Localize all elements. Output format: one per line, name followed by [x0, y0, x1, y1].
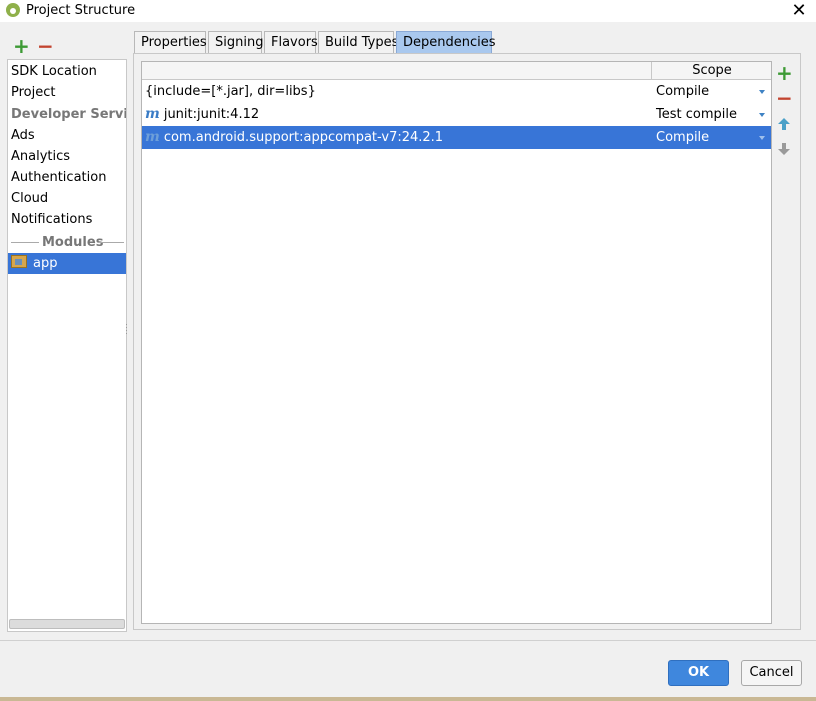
dependency-name: {include=[*.jar], dir=libs} [145, 84, 316, 99]
maven-icon: m [145, 129, 160, 145]
add-dependency-icon[interactable]: + [776, 63, 793, 83]
table-header: Scope [142, 62, 771, 80]
sidebar-scrollbar[interactable] [9, 619, 125, 629]
sidebar-item-authentication[interactable]: Authentication [8, 167, 126, 188]
android-studio-icon [6, 3, 20, 17]
splitter-handle[interactable] [125, 322, 130, 336]
tab-signing[interactable]: Signing [208, 31, 263, 53]
add-icon[interactable]: + [13, 36, 30, 56]
scope-value[interactable]: Test compile [656, 103, 737, 126]
table-row[interactable]: {include=[*.jar], dir=libs} Compile [142, 80, 771, 103]
sidebar-item-notifications[interactable]: Notifications [8, 209, 126, 230]
modules-header: Modules [42, 235, 104, 250]
sidebar: SDK Location Project Developer Services … [7, 59, 127, 632]
developer-services-header: Developer Services [11, 107, 126, 122]
move-up-icon[interactable] [776, 116, 792, 132]
separator-line [98, 242, 124, 243]
chevron-down-icon[interactable] [759, 90, 765, 94]
tab-build-types[interactable]: Build Types [318, 31, 398, 53]
sidebar-item-sdk-location[interactable]: SDK Location [8, 61, 126, 82]
separator-line [11, 242, 39, 243]
tab-flavors[interactable]: Flavors [264, 31, 318, 53]
sidebar-item-project[interactable]: Project [8, 82, 126, 103]
divider [0, 640, 816, 641]
sidebar-item-ads[interactable]: Ads [8, 125, 126, 146]
chevron-down-icon[interactable] [759, 113, 765, 117]
dependencies-table: Scope {include=[*.jar], dir=libs} Compil… [141, 61, 772, 624]
window-title: Project Structure [26, 3, 136, 18]
remove-dependency-icon[interactable]: − [776, 88, 793, 108]
title-bar: Project Structure ✕ [0, 0, 816, 22]
dependency-name: junit:junit:4.12 [163, 107, 260, 122]
status-strip [0, 697, 816, 701]
remove-icon[interactable]: − [37, 36, 54, 56]
chevron-down-icon[interactable] [759, 136, 765, 140]
tab-properties[interactable]: Properties [134, 31, 207, 53]
modules-separator: Modules [8, 232, 126, 253]
maven-icon: m [145, 106, 160, 122]
scope-value[interactable]: Compile [656, 80, 709, 103]
cancel-button[interactable]: Cancel [741, 660, 802, 686]
table-row[interactable]: m junit:junit:4.12 Test compile [142, 103, 771, 126]
column-header-scope[interactable]: Scope [651, 62, 772, 79]
module-label: app [33, 256, 58, 271]
move-down-icon[interactable] [776, 141, 792, 157]
close-icon[interactable]: ✕ [790, 0, 808, 21]
sidebar-item-app[interactable]: app [8, 253, 126, 274]
module-folder-icon [11, 255, 27, 268]
dependency-name-cell: m junit:junit:4.12 [145, 103, 259, 126]
sidebar-item-cloud[interactable]: Cloud [8, 188, 126, 209]
dependency-name-cell: m com.android.support:appcompat-v7:24.2.1 [145, 126, 443, 149]
dependency-name: com.android.support:appcompat-v7:24.2.1 [163, 130, 444, 145]
scope-value[interactable]: Compile [656, 126, 709, 149]
tab-dependencies[interactable]: Dependencies [396, 31, 496, 53]
sidebar-item-analytics[interactable]: Analytics [8, 146, 126, 167]
table-row[interactable]: m com.android.support:appcompat-v7:24.2.1… [142, 126, 771, 149]
ok-button[interactable]: OK [668, 660, 729, 686]
